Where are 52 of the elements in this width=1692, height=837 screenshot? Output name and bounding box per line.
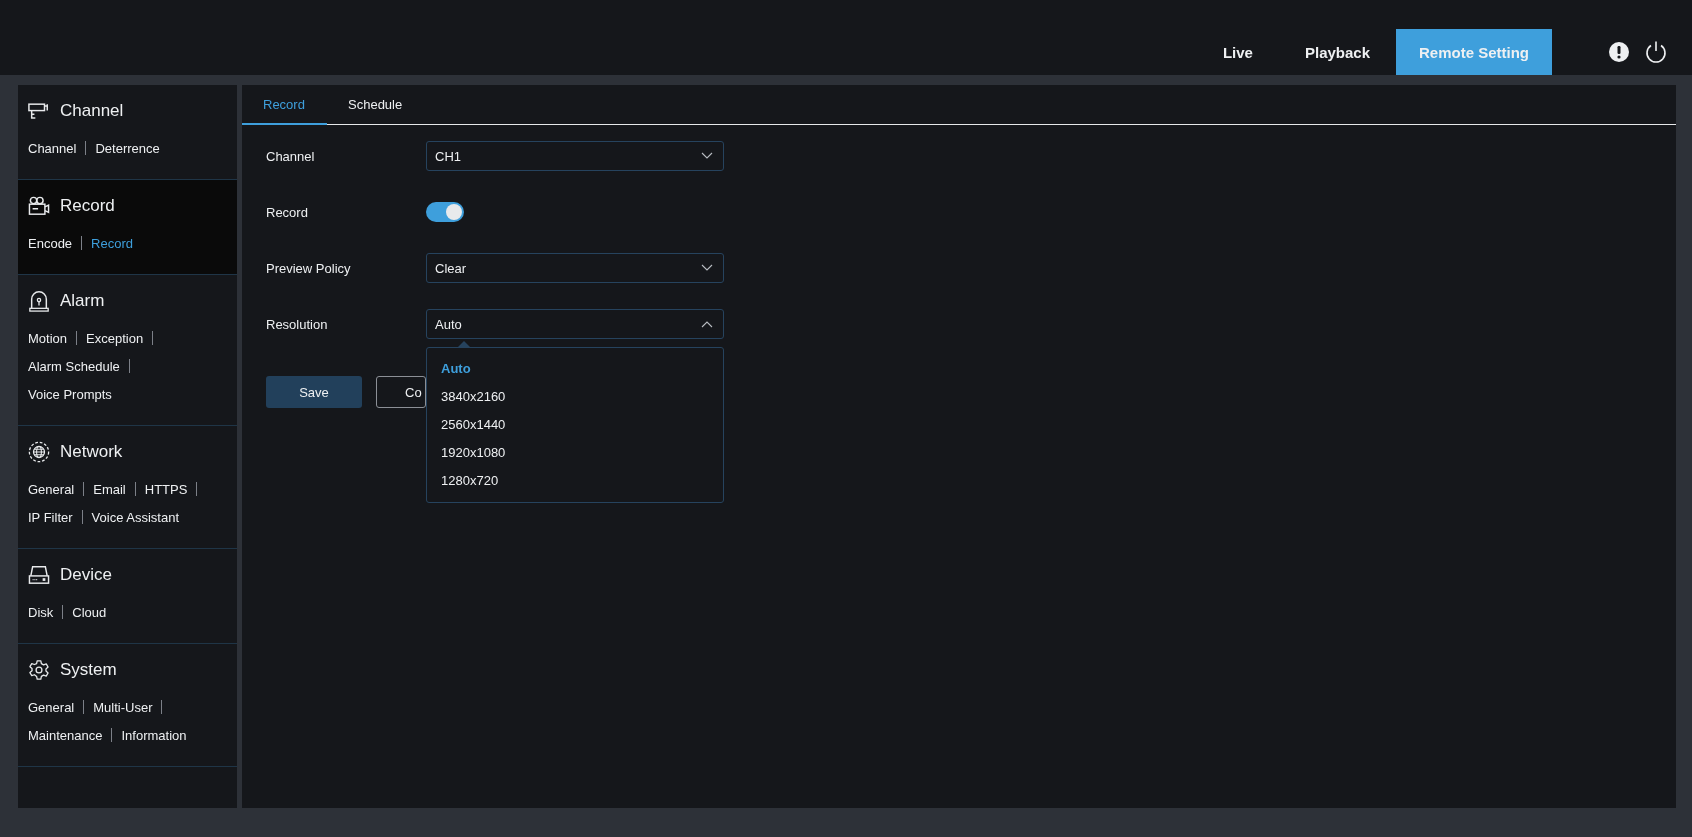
dropdown-option[interactable]: Auto [427,354,471,382]
camera-icon [28,101,50,121]
dropdown-field[interactable]: Auto [426,309,724,339]
field-label: Resolution [266,316,329,332]
dropdown-option[interactable]: 1280x720 [427,466,499,494]
sidebar-link[interactable]: Alarm Schedule [28,358,120,374]
sidebar-link[interactable]: HTTPS [144,481,188,497]
hard-drive-icon [28,565,50,585]
camcorder-icon [28,196,50,216]
section-title: Record [60,196,115,216]
section-title: Device [60,565,112,585]
tab[interactable]: Record [242,85,327,125]
nav-tab[interactable]: Live [1196,29,1279,75]
sidebar-link[interactable]: Voice Assistant [91,509,179,525]
sidebar-link[interactable]: General [28,481,75,497]
nav-tab[interactable]: Playback [1278,29,1396,75]
siren-icon [28,290,50,312]
field-label: Channel [266,148,316,164]
section-title: Alarm [60,291,105,311]
sidebar-link[interactable]: Motion [28,330,68,346]
section-title: System [60,660,117,680]
tab[interactable]: Schedule [327,85,424,125]
sidebar-link[interactable]: Multi-User [93,699,153,715]
field-label: Record [266,204,309,220]
dropdown-field[interactable]: Clear [426,253,724,283]
sidebar-link[interactable]: Cloud [72,604,107,620]
sidebar-link[interactable]: Disk [28,604,54,620]
sidebar-link[interactable]: Record [91,235,133,251]
sidebar-link[interactable]: Channel [28,140,77,156]
sidebar-link[interactable]: Exception [86,330,144,346]
alert-icon[interactable] [1608,41,1630,63]
power-icon[interactable] [1644,40,1668,64]
cancel-button[interactable]: Co [376,376,426,408]
section-title: Network [60,442,123,462]
dropdown-option[interactable]: 2560x1440 [427,410,506,438]
dropdown-option[interactable]: 1920x1080 [427,438,506,466]
sidebar-link[interactable]: Maintenance [28,727,103,743]
dropdown-field[interactable]: CH1 [426,141,724,171]
sidebar-link[interactable]: Encode [28,235,73,251]
section-title: Channel [60,101,124,121]
toggle-switch[interactable] [426,202,464,222]
sidebar-link[interactable]: Information [121,727,187,743]
save-button[interactable]: Save [266,376,362,408]
field-label: Preview Policy [266,260,352,276]
sidebar-link[interactable]: Deterrence [95,140,160,156]
globe-icon [28,441,50,463]
dropdown-option[interactable]: 3840x2160 [427,382,506,410]
sidebar-link[interactable]: General [28,699,75,715]
gear-icon [28,659,50,681]
sidebar-link[interactable]: Email [93,481,126,497]
sidebar-link[interactable]: Voice Prompts [28,386,112,402]
sidebar-link[interactable]: IP Filter [28,509,73,525]
